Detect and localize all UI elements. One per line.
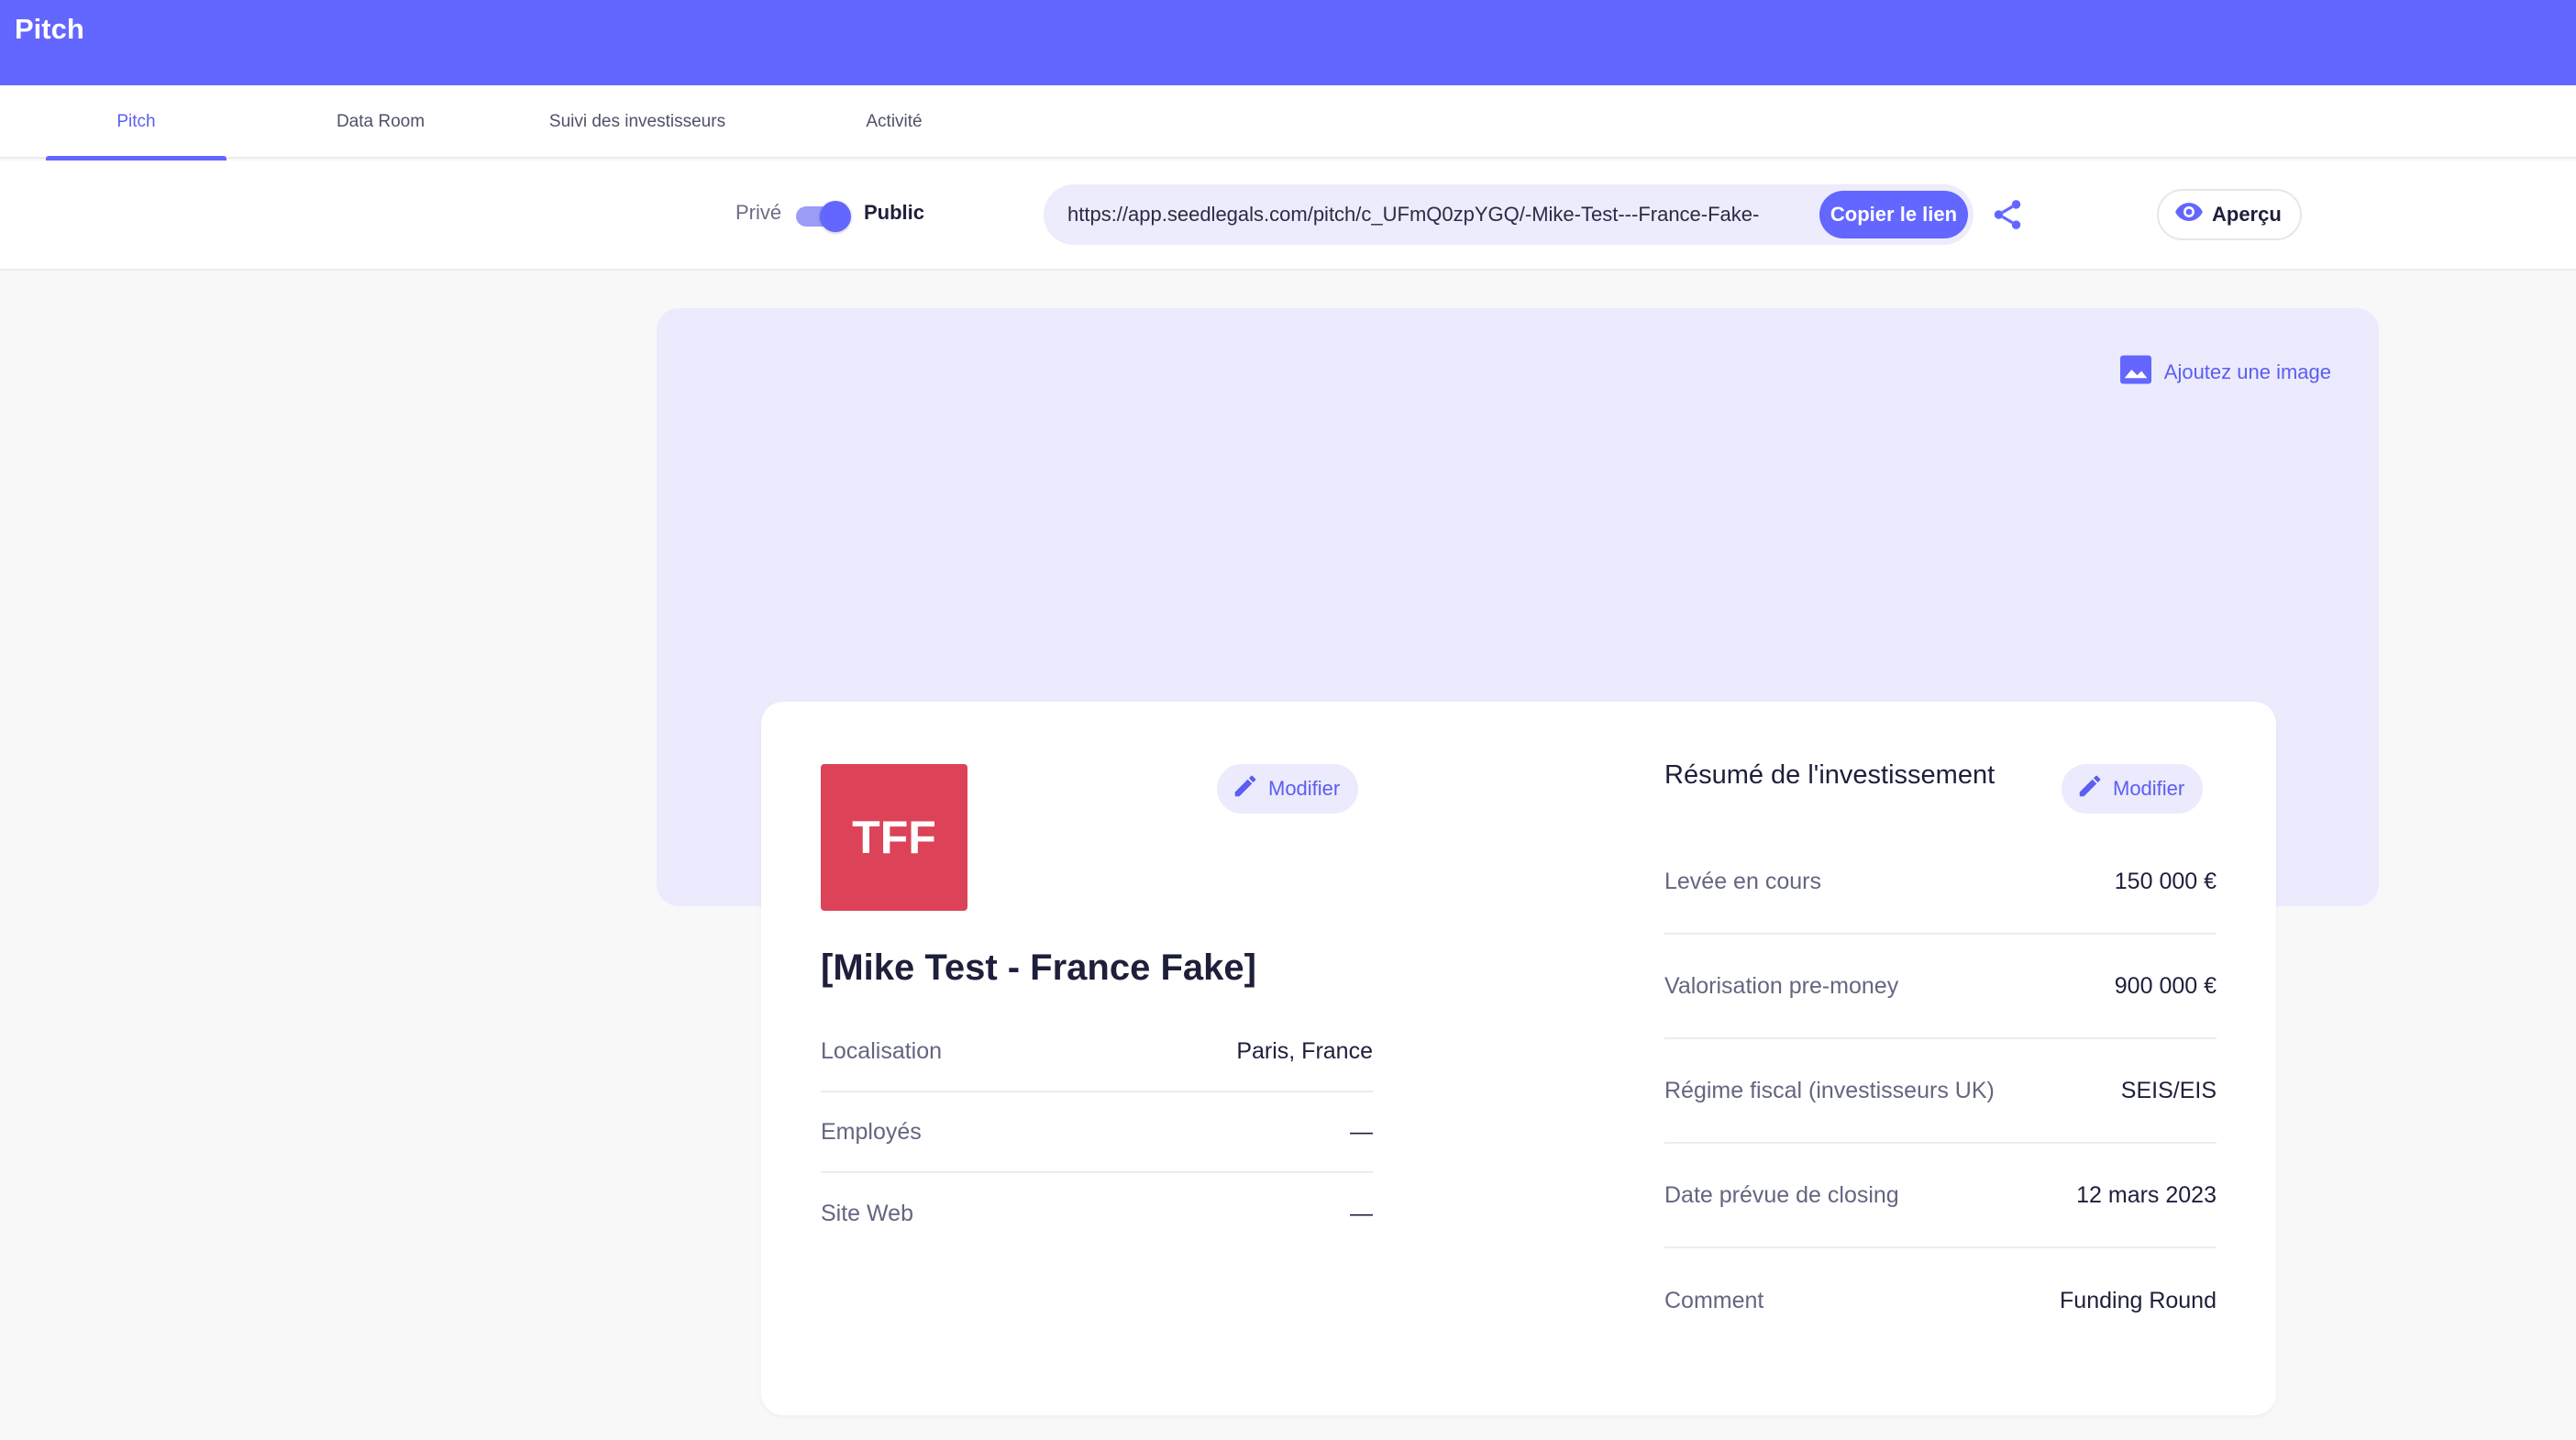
investment-label: Levée en cours <box>1664 868 1821 894</box>
investment-row-tax-scheme: Régime fiscal (investisseurs UK) SEIS/EI… <box>1664 1039 2217 1144</box>
preview-label: Aperçu <box>2212 203 2282 226</box>
tabs-bar: Pitch Data Room Suivi des investisseurs … <box>0 85 2576 161</box>
image-icon <box>2118 354 2164 391</box>
investment-row-closing-date: Date prévue de closing 12 mars 2023 <box>1664 1144 2217 1248</box>
tab-pitch[interactable]: Pitch <box>46 85 227 161</box>
add-image-button[interactable]: Ajoutez une image <box>2118 354 2331 391</box>
toggle-knob[interactable] <box>820 201 851 232</box>
public-label: Public <box>864 201 925 224</box>
investment-value: 150 000 € <box>2114 868 2217 894</box>
detail-row-website: Site Web — <box>821 1173 1373 1254</box>
investment-row-raise: Levée en cours 150 000 € <box>1664 830 2217 935</box>
share-icon[interactable] <box>1990 197 2025 232</box>
investment-value: 900 000 € <box>2114 972 2217 999</box>
share-bar: Privé Public https://app.seedlegals.com/… <box>0 161 2576 271</box>
company-name: [Mike Test - France Fake] <box>821 947 1256 988</box>
pencil-icon <box>1232 772 1268 805</box>
share-url-text[interactable]: https://app.seedlegals.com/pitch/c_UFmQ0… <box>1067 203 1764 227</box>
visibility-toggle[interactable] <box>794 201 851 232</box>
investment-row-valuation: Valorisation pre-money 900 000 € <box>1664 935 2217 1039</box>
edit-investment-label: Modifier <box>2113 777 2185 800</box>
detail-row-location: Localisation Paris, France <box>821 1012 1373 1092</box>
edit-company-label: Modifier <box>1268 777 1341 800</box>
tab-activity[interactable]: Activité <box>830 85 958 159</box>
investment-row-comment: Comment Funding Round <box>1664 1248 2217 1353</box>
detail-label: Site Web <box>821 1200 913 1226</box>
share-url-field[interactable]: https://app.seedlegals.com/pitch/c_UFmQ0… <box>1044 184 1973 245</box>
investment-label: Valorisation pre-money <box>1664 972 1899 999</box>
investment-summary-title: Résumé de l'investissement <box>1664 760 1996 790</box>
preview-button[interactable]: Aperçu <box>2157 189 2302 240</box>
copy-link-button[interactable]: Copier le lien <box>1819 191 1968 238</box>
investment-value: SEIS/EIS <box>2120 1077 2217 1103</box>
investment-label: Régime fiscal (investisseurs UK) <box>1664 1077 1995 1103</box>
edit-company-button[interactable]: Modifier <box>1217 764 1359 814</box>
app-header: Pitch <box>0 0 2576 85</box>
detail-label: Localisation <box>821 1037 943 1064</box>
tab-data-room[interactable]: Data Room <box>303 85 459 159</box>
edit-investment-button[interactable]: Modifier <box>2062 764 2204 814</box>
investment-label: Comment <box>1664 1287 1764 1313</box>
tab-investor-tracking[interactable]: Suivi des investisseurs <box>527 85 747 159</box>
detail-value: Paris, France <box>1236 1037 1373 1064</box>
detail-value: — <box>1350 1118 1373 1145</box>
eye-icon <box>2173 196 2212 233</box>
investment-label: Date prévue de closing <box>1664 1181 1899 1208</box>
detail-label: Employés <box>821 1118 922 1145</box>
detail-value: — <box>1350 1200 1373 1226</box>
company-logo: TFF <box>821 764 967 911</box>
private-label: Privé <box>735 201 782 224</box>
pencil-icon <box>2076 772 2113 805</box>
investment-value: Funding Round <box>2060 1287 2217 1313</box>
page-title: Pitch <box>15 13 84 45</box>
company-card: TFF Modifier [Mike Test - France Fake] L… <box>761 702 2276 1415</box>
investment-value: 12 mars 2023 <box>2076 1181 2217 1208</box>
add-image-label: Ajoutez une image <box>2163 360 2331 383</box>
detail-row-employees: Employés — <box>821 1092 1373 1173</box>
